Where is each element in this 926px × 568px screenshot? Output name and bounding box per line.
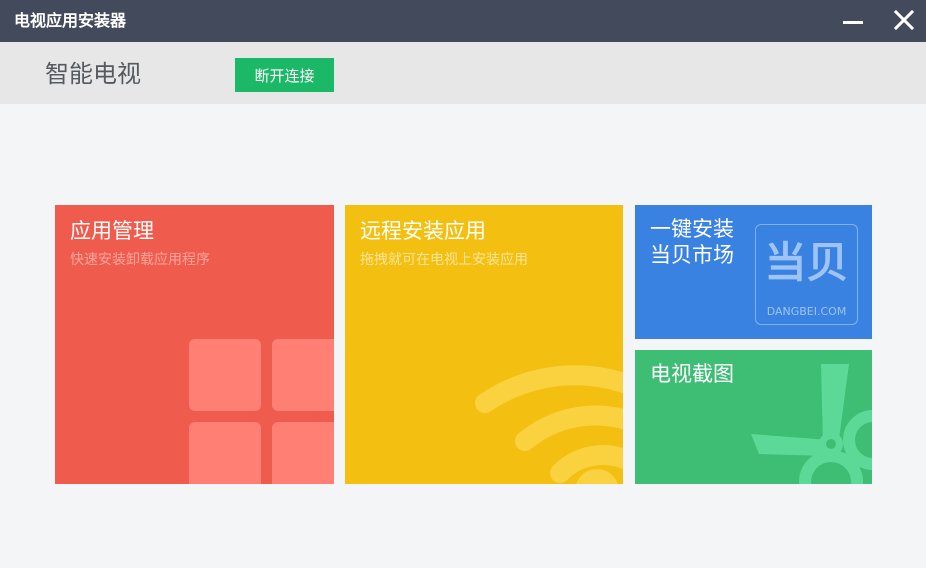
dangbei-logo-caption: DANGBEI.COM — [766, 305, 847, 318]
remote-install-subtitle: 拖拽就可在电视上安装应用 — [360, 252, 528, 268]
dangbei-logo: 当贝 DANGBEI.COM — [755, 224, 858, 325]
minimize-icon — [843, 21, 863, 24]
tv-screenshot-title: 电视截图 — [650, 362, 734, 386]
remote-install-title: 远程安装应用 — [360, 219, 486, 243]
minimize-button[interactable] — [838, 6, 870, 36]
device-name: 智能电视 — [45, 60, 141, 88]
dangbei-market-tile[interactable]: 一键安装 当贝市场 当贝 DANGBEI.COM — [635, 205, 872, 339]
remote-install-tile[interactable]: 远程安装应用 拖拽就可在电视上安装应用 — [345, 205, 623, 484]
close-icon — [894, 10, 914, 30]
dangbei-market-title: 一键安装 当贝市场 — [650, 217, 734, 267]
window-title: 电视应用安装器 — [14, 11, 127, 30]
disconnect-button[interactable]: 断开连接 — [235, 58, 334, 92]
scissors-icon — [751, 364, 872, 484]
app-management-tile[interactable]: 应用管理 快速安装卸载应用程序 — [55, 205, 334, 484]
wifi-icon — [475, 365, 623, 484]
app-management-title: 应用管理 — [70, 219, 154, 243]
title-bar: 电视应用安装器 — [0, 0, 926, 42]
app-management-subtitle: 快速安装卸载应用程序 — [70, 252, 210, 268]
dangbei-logo-text: 当贝 — [764, 238, 849, 287]
grid-icon — [189, 339, 334, 484]
close-button[interactable] — [888, 6, 920, 36]
tv-screenshot-tile[interactable]: 电视截图 — [635, 350, 872, 484]
device-toolbar: 智能电视 断开连接 — [0, 42, 926, 104]
